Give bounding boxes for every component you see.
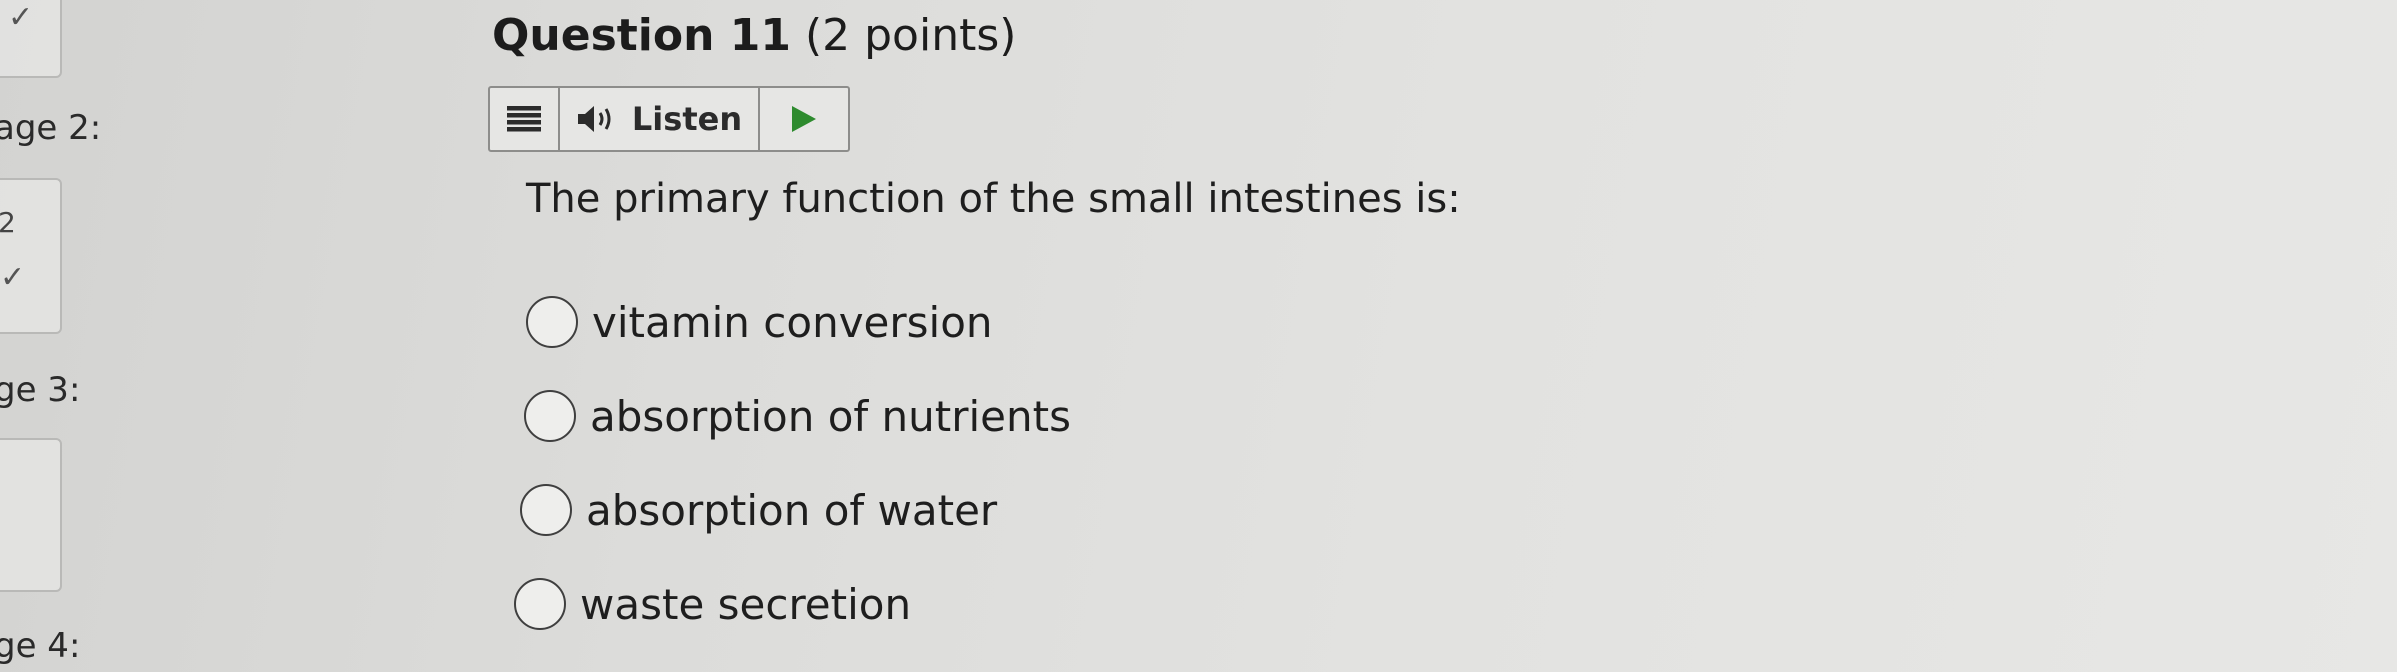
radio-button[interactable] bbox=[520, 484, 572, 536]
option-absorption-of-nutrients[interactable]: absorption of nutrients bbox=[524, 390, 1071, 442]
listen-menu-button[interactable] bbox=[490, 88, 560, 150]
option-absorption-of-water[interactable]: absorption of water bbox=[520, 484, 997, 536]
option-waste-secretion[interactable]: waste secretion bbox=[514, 578, 911, 630]
question-title: Question 11 (2 points) bbox=[492, 10, 1016, 61]
check-icon: ✓ bbox=[8, 0, 34, 35]
page-2-label: age 2: bbox=[0, 108, 102, 148]
listen-toolbar: Listen bbox=[488, 86, 850, 152]
listen-label: Listen bbox=[631, 100, 743, 138]
play-icon bbox=[792, 106, 816, 132]
radio-button[interactable] bbox=[526, 296, 578, 348]
option-label: absorption of water bbox=[586, 485, 998, 535]
page-1-box[interactable]: ✓ bbox=[0, 0, 62, 78]
radio-button[interactable] bbox=[514, 578, 566, 630]
page-3-box[interactable] bbox=[0, 438, 62, 592]
page-2-question-count: 2 bbox=[0, 206, 16, 239]
page-4-label: ge 4: bbox=[0, 626, 81, 666]
option-vitamin-conversion[interactable]: vitamin conversion bbox=[526, 296, 993, 348]
page-2-box[interactable]: 2 ✓ bbox=[0, 178, 62, 334]
page-3-label: ge 3: bbox=[0, 370, 81, 410]
listen-button[interactable]: Listen bbox=[560, 88, 760, 150]
check-icon: ✓ bbox=[0, 260, 26, 295]
option-label: waste secretion bbox=[580, 579, 912, 629]
question-points: (2 points) bbox=[804, 10, 1017, 61]
radio-button[interactable] bbox=[524, 390, 576, 442]
speaker-icon bbox=[577, 106, 611, 132]
question-prompt: The primary function of the small intest… bbox=[526, 176, 1461, 222]
play-button[interactable] bbox=[760, 88, 848, 150]
option-label: vitamin conversion bbox=[592, 297, 993, 347]
page-navigation-sidebar: ✓ age 2: 2 ✓ ge 3: ge 4: bbox=[0, 0, 130, 672]
option-label: absorption of nutrients bbox=[590, 391, 1071, 441]
hamburger-icon bbox=[507, 106, 541, 132]
question-number: Question 11 bbox=[492, 10, 791, 61]
